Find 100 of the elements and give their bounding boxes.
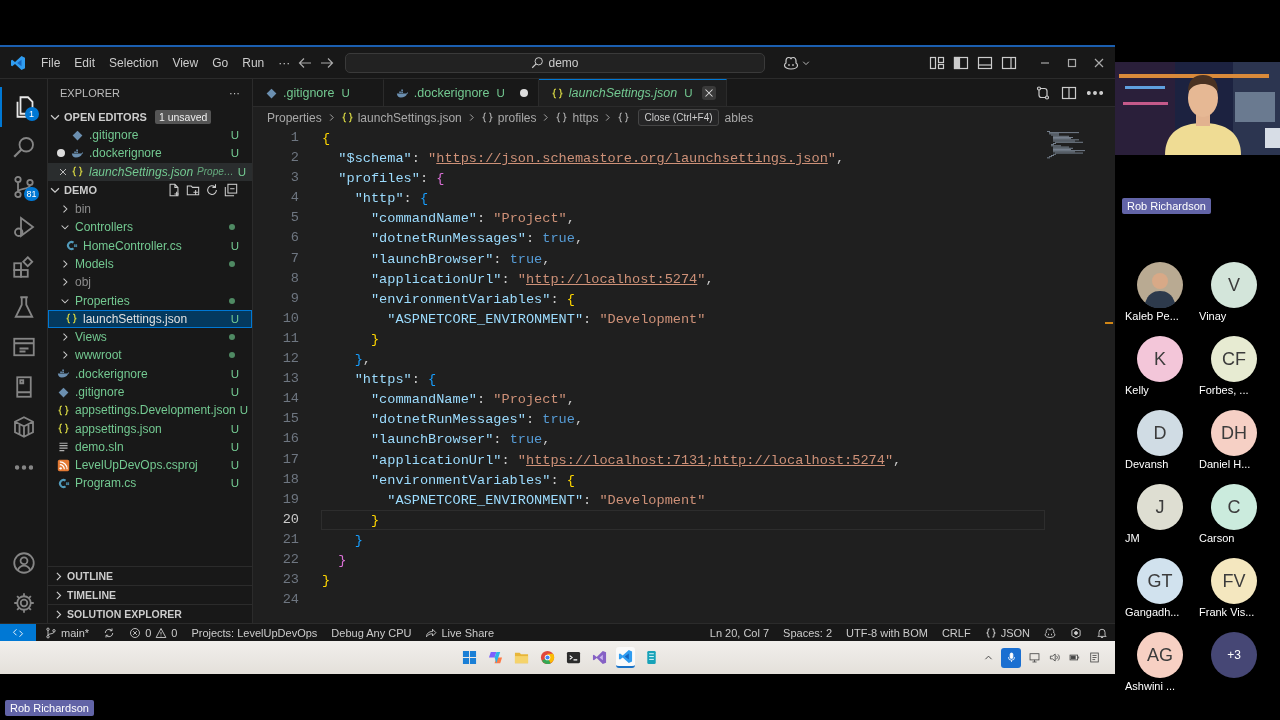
breadcrumb-item[interactable]: profiles: [480, 110, 537, 125]
menu-item[interactable]: Selection: [102, 52, 166, 73]
explorer-folder[interactable]: wwwroot: [48, 346, 252, 365]
menu-item[interactable]: File: [34, 52, 68, 73]
account-icon: [11, 551, 36, 575]
code-line: }: [321, 572, 332, 591]
menu-item[interactable]: Edit: [67, 52, 103, 73]
live-share-button[interactable]: Live Share: [418, 624, 502, 641]
line-number: 2: [289, 149, 300, 168]
avatar: V: [1211, 262, 1257, 308]
secondary-sidebar-icon[interactable]: [1001, 54, 1017, 71]
new-folder-icon[interactable]: [186, 183, 200, 198]
collapsed-section[interactable]: TIMELINE: [48, 585, 252, 604]
menu-item[interactable]: ···: [271, 52, 298, 73]
open-editor-item[interactable]: launchSettings.json Prope… U: [48, 162, 252, 181]
git-status: U: [229, 422, 239, 435]
open-editor-item[interactable]: .dockerignore U: [48, 144, 252, 163]
microphone-icon: [1005, 652, 1017, 663]
menu-item[interactable]: Go: [205, 52, 236, 73]
browser-icon: [540, 650, 555, 665]
settings-icon: [11, 591, 36, 615]
status-item[interactable]: UTF-8 with BOM: [839, 624, 935, 641]
explorer-folder[interactable]: Models: [48, 254, 252, 274]
new-file-icon[interactable]: [167, 183, 181, 198]
branch-button[interactable]: main*: [38, 624, 97, 641]
explorer-entry[interactable]: demo.sln U: [48, 437, 252, 457]
explorer-folder[interactable]: bin: [48, 199, 252, 219]
start-icon: [462, 650, 477, 665]
compare-changes-icon[interactable]: [1035, 84, 1051, 101]
name-tag: Rob Richardson: [1122, 198, 1211, 214]
explorer-folder[interactable]: obj: [48, 273, 252, 292]
explorer-entry[interactable]: launchSettings.json U: [48, 309, 252, 328]
explorer-entry[interactable]: LevelUpDevOps.csproj U: [48, 456, 252, 475]
line-number: 23: [281, 571, 300, 590]
sync-icon[interactable]: [103, 626, 116, 639]
tray-button[interactable]: [1001, 647, 1021, 668]
breadcrumb-item[interactable]: launchSettings.json: [340, 110, 462, 125]
git-status: U: [238, 404, 249, 417]
layout-icon[interactable]: [929, 54, 945, 71]
status-item[interactable]: Projects: LevelUpDevOps: [184, 624, 325, 641]
source-control-icon: [11, 175, 36, 199]
open-editor-item[interactable]: .gitignore U: [48, 126, 252, 145]
code-line: "launchBrowser": true,: [369, 250, 552, 269]
section-header[interactable]: DEMO: [64, 184, 97, 197]
panel-toggle-icon[interactable]: [977, 54, 993, 71]
code-line: }: [369, 330, 381, 349]
language-button[interactable]: JSON: [977, 624, 1037, 641]
breadcrumb-item[interactable]: Close (Ctrl+F4) ables: [617, 109, 754, 126]
explorer-entry[interactable]: Program.cs U: [48, 474, 252, 493]
more-participants-button[interactable]: +3: [1211, 632, 1257, 678]
close-icon[interactable]: [701, 86, 716, 100]
copilot-icon[interactable]: [1044, 626, 1056, 639]
code-line: "profiles": {: [337, 170, 446, 189]
problems-button[interactable]: 0 0: [122, 624, 185, 641]
explorer-folder[interactable]: Properties: [48, 291, 252, 310]
avatar: [1137, 262, 1183, 308]
line-number: 24: [281, 591, 300, 610]
explorer-entry[interactable]: appsettings.json U: [48, 419, 252, 438]
editor-tab[interactable]: launchSettings.json U: [538, 79, 727, 106]
avatar: CF: [1211, 336, 1257, 382]
explorer-entry[interactable]: appsettings.Development.json U: [48, 401, 252, 420]
remote-icon: [12, 626, 24, 639]
code-editor-icon: [618, 649, 633, 664]
lines-icon: [57, 440, 70, 454]
status-item[interactable]: Ln 20, Col 7: [702, 624, 777, 641]
status-item[interactable]: Debug Any CPU: [324, 624, 419, 641]
command-center-search[interactable]: demo: [345, 52, 765, 73]
c-file-icon: [57, 477, 70, 490]
hexagon-icon[interactable]: [1070, 626, 1082, 639]
count-badge: 81: [24, 187, 39, 201]
explorer-folder[interactable]: Controllers: [48, 218, 252, 237]
breadcrumb-item[interactable]: Properties: [267, 110, 322, 125]
window-icon: [11, 335, 36, 359]
avatar: AG: [1137, 632, 1183, 678]
explorer-entry[interactable]: HomeController.cs U: [48, 236, 252, 255]
search-icon: [531, 56, 545, 69]
status-item[interactable]: CRLF: [934, 624, 978, 641]
explorer-entry[interactable]: .gitignore U: [48, 382, 252, 402]
copilot-icon[interactable]: [783, 54, 799, 71]
file-path-hint: Prope…: [197, 166, 234, 178]
scrollbar-marker: [1105, 322, 1113, 324]
menu-item[interactable]: View: [165, 52, 206, 73]
notification-icon[interactable]: [1096, 626, 1108, 639]
split-editor-icon[interactable]: [1061, 84, 1077, 101]
breadcrumb-item[interactable]: https: [555, 110, 599, 125]
explorer-folder[interactable]: Views: [48, 327, 252, 347]
collapse-all-icon[interactable]: [224, 183, 238, 198]
braces-icon: [57, 403, 70, 417]
section-header[interactable]: OPEN EDITORS: [64, 110, 147, 123]
explorer-entry[interactable]: .dockerignore U: [48, 364, 252, 383]
menu-item[interactable]: Run: [235, 52, 272, 73]
line-number: 16: [281, 430, 300, 449]
avatar: J: [1137, 484, 1183, 530]
refresh-icon[interactable]: [205, 183, 219, 198]
diamond-icon: [265, 86, 278, 100]
more-button[interactable]: ···: [229, 87, 240, 99]
status-item[interactable]: Spaces: 2: [776, 624, 839, 641]
activity-button[interactable]: 81: [0, 167, 48, 207]
sidebar-toggle-icon[interactable]: [953, 54, 969, 71]
collapsed-section[interactable]: OUTLINE: [48, 566, 252, 585]
